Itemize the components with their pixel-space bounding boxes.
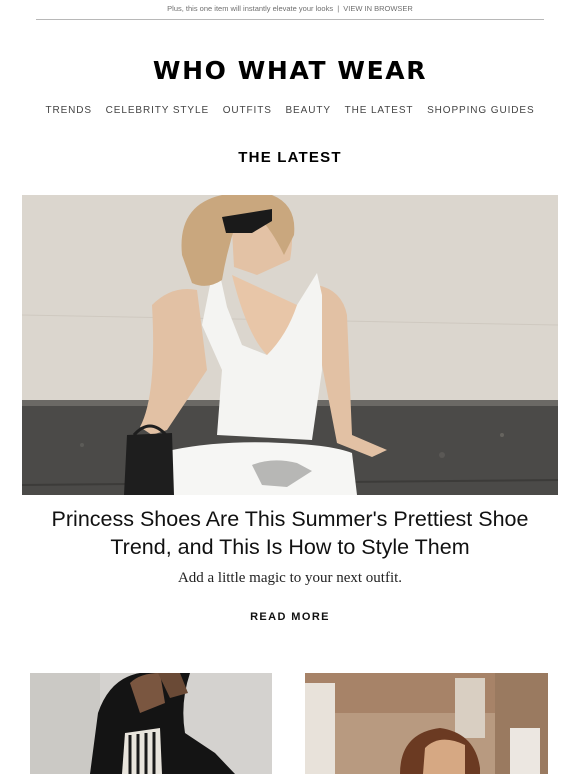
- view-in-browser-link[interactable]: VIEW IN BROWSER: [343, 4, 413, 13]
- article-headline[interactable]: Princess Shoes Are This Summer's Prettie…: [40, 505, 540, 561]
- preheader: Plus, this one item will instantly eleva…: [0, 4, 580, 14]
- article-thumbnail-right[interactable]: [305, 673, 548, 774]
- nav-item-trends[interactable]: TRENDS: [45, 105, 92, 116]
- nav-item-shopping-guides[interactable]: SHOPPING GUIDES: [427, 105, 534, 116]
- header-divider: [36, 19, 544, 20]
- preheader-separator: |: [337, 4, 340, 13]
- brand-logo[interactable]: WHO WHAT WEAR: [0, 56, 580, 86]
- thumbnail-photo: [30, 673, 272, 774]
- read-more-button[interactable]: READ MORE: [250, 611, 330, 623]
- main-navigation: TRENDS CELEBRITY STYLE OUTFITS BEAUTY TH…: [0, 105, 580, 117]
- article-dek: Add a little magic to your next outfit.: [177, 570, 403, 586]
- hero-photo: [22, 195, 558, 495]
- section-title: THE LATEST: [238, 149, 342, 166]
- feature-image[interactable]: [22, 195, 558, 495]
- thumbnail-photo: [305, 673, 548, 774]
- preheader-text: Plus, this one item will instantly eleva…: [167, 4, 334, 13]
- nav-item-celebrity-style[interactable]: CELEBRITY STYLE: [106, 105, 209, 116]
- nav-item-beauty[interactable]: BEAUTY: [285, 105, 330, 116]
- nav-item-the-latest[interactable]: THE LATEST: [345, 105, 414, 116]
- article-thumbnail-left[interactable]: [30, 673, 272, 774]
- read-more-container: READ MORE: [0, 610, 580, 624]
- nav-item-outfits[interactable]: OUTFITS: [223, 105, 272, 116]
